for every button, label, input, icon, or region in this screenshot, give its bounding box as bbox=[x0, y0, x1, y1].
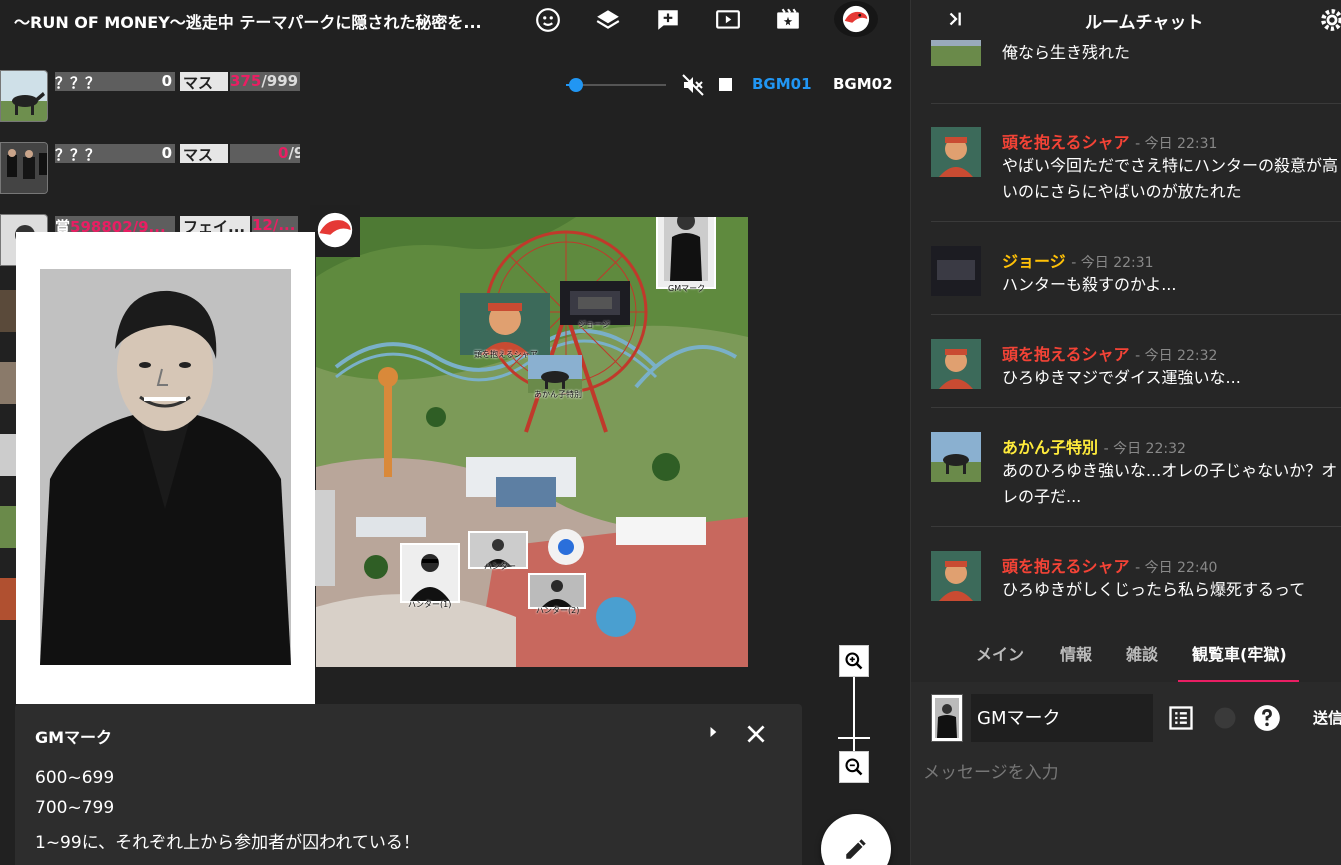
composer-character-avatar[interactable] bbox=[931, 694, 963, 742]
player-avatar-strip bbox=[0, 290, 16, 690]
tab-chatter[interactable]: 雑談 bbox=[1126, 641, 1158, 665]
message-sender: ジョージ - 今日 22:31 bbox=[1002, 252, 1154, 271]
piece-label: GMマーク bbox=[668, 284, 706, 293]
zoom-out-icon bbox=[845, 758, 863, 776]
video-icon[interactable] bbox=[712, 4, 744, 36]
message-text: ハンターも殺すのかよ... bbox=[1002, 275, 1177, 294]
stop-icon[interactable] bbox=[719, 78, 732, 91]
room-chat-panel: ルームチャット 俺なら生き残れた 頭を抱えるシャア - 今日 22:31 やばい… bbox=[910, 0, 1341, 865]
chat-composer: GMマーク 送信 メッセージを入力 bbox=[911, 682, 1341, 865]
tab-ferris-wheel-prison[interactable]: 観覧車(牢獄) bbox=[1192, 641, 1287, 665]
piece-label: ハンター(2) bbox=[536, 606, 580, 615]
message-text: やばい今回ただでさえ特にハンターの殺意が高いのにさらにやばいのが放たれた bbox=[1002, 156, 1339, 201]
tab-main[interactable]: メイン bbox=[976, 641, 1024, 665]
bgm02-button[interactable]: BGM02 bbox=[833, 75, 893, 93]
message-text: あのひろゆき強いな...オレの子じゃないか？オレの子だ... bbox=[1002, 461, 1338, 506]
app-logo-icon[interactable] bbox=[834, 1, 878, 37]
chat-message: あかん子特別 - 今日 22:32 あのひろゆき強いな...オレの子じゃないか？… bbox=[931, 408, 1341, 527]
message-avatar bbox=[931, 127, 981, 177]
message-text: ひろゆきマジでダイス運強いな... bbox=[1002, 368, 1241, 387]
face-icon[interactable] bbox=[532, 4, 564, 36]
play-icon[interactable] bbox=[703, 722, 723, 742]
player-mas: マス bbox=[180, 144, 228, 163]
composer-character-name[interactable]: GMマーク bbox=[971, 694, 1153, 742]
dialog-line: 600~699 bbox=[35, 768, 115, 788]
chat-title: ルームチャット bbox=[1085, 13, 1204, 33]
volume-mute-icon[interactable] bbox=[681, 73, 705, 97]
message-sender: 頭を抱えるシャア - 今日 22:40 bbox=[1002, 557, 1218, 576]
chat-message: ジョージ - 今日 22:31 ハンターも殺すのかよ... bbox=[931, 222, 1341, 315]
message-input[interactable]: メッセージを入力 bbox=[923, 758, 1059, 783]
player-avatar[interactable] bbox=[0, 142, 48, 194]
edit-fab-button[interactable] bbox=[821, 814, 891, 865]
chat-header: ルームチャット bbox=[911, 0, 1341, 40]
player-name: ？？？ 0 bbox=[55, 72, 175, 91]
chat-message: 頭を抱えるシャア - 今日 22:40 ひろゆきがしくじったら私ら爆死するって bbox=[931, 527, 1341, 622]
chat-message: 頭を抱えるシャア - 今日 22:31 やばい今回ただでさえ特にハンターの殺意が… bbox=[931, 104, 1341, 222]
help-icon[interactable] bbox=[1253, 704, 1281, 732]
tab-info[interactable]: 情報 bbox=[1060, 641, 1092, 665]
chat-message: 頭を抱えるシャア - 今日 22:32 ひろゆきマジでダイス運強いな... bbox=[931, 315, 1341, 408]
chat-message: 俺なら生き残れた bbox=[931, 40, 1341, 104]
zoom-out-button[interactable] bbox=[839, 751, 869, 783]
message-avatar bbox=[931, 246, 981, 296]
board-piece-logo[interactable] bbox=[310, 205, 360, 257]
bgm01-button[interactable]: BGM01 bbox=[752, 75, 812, 93]
piece-label: ハンター bbox=[484, 562, 516, 571]
message-text: ひろゆきがしくじったら私ら爆死するって bbox=[1002, 580, 1306, 599]
send-button[interactable]: 送信 bbox=[1313, 707, 1341, 728]
pencil-icon bbox=[846, 839, 866, 859]
close-icon[interactable] bbox=[743, 721, 769, 747]
character-photo bbox=[40, 269, 291, 665]
gear-icon[interactable] bbox=[1319, 7, 1341, 33]
palette-icon[interactable] bbox=[1211, 704, 1239, 732]
layers-icon[interactable] bbox=[592, 4, 624, 36]
message-avatar bbox=[931, 339, 981, 389]
board-piece[interactable] bbox=[460, 293, 550, 355]
volume-slider[interactable] bbox=[566, 78, 666, 92]
player-avatar[interactable] bbox=[0, 70, 48, 122]
board-piece[interactable] bbox=[528, 573, 586, 609]
message-text: 俺なら生き残れた bbox=[1002, 43, 1131, 62]
zoom-in-icon bbox=[845, 652, 863, 670]
map-board[interactable]: GMマーク 頭を抱えるシャア ジョージ あかん子特別 ハンター(1) ハンター … bbox=[316, 217, 748, 667]
player-mas: マス bbox=[180, 72, 228, 91]
dialog-speaker: GMマーク bbox=[35, 728, 113, 747]
board-piece[interactable] bbox=[528, 355, 582, 393]
message-sender: 頭を抱えるシャア - 今日 22:31 bbox=[1002, 133, 1218, 152]
board-piece[interactable] bbox=[656, 217, 716, 289]
dialog-line: 1~99に、それぞれ上から参加者が囚われている！ bbox=[35, 833, 420, 853]
room-title: 〜RUN OF MONEY〜逃走中 テーマパークに隠された秘密を... bbox=[14, 13, 482, 32]
message-sender: あかん子特別 - 今日 22:32 bbox=[1002, 438, 1186, 457]
piece-label: あかん子特別 bbox=[534, 390, 582, 399]
player-resource: 375/999 bbox=[230, 72, 300, 91]
effects-icon[interactable] bbox=[772, 4, 804, 36]
message-avatar bbox=[931, 40, 981, 66]
message-avatar bbox=[931, 432, 981, 482]
board-piece[interactable] bbox=[400, 543, 460, 603]
message-sender: 頭を抱えるシャア - 今日 22:32 bbox=[1002, 345, 1218, 364]
list-icon[interactable] bbox=[1167, 704, 1195, 732]
message-dialog: GMマーク 600~699 700~799 1~99に、それぞれ上から参加者が囚… bbox=[15, 704, 802, 865]
collapse-panel-icon[interactable] bbox=[945, 8, 967, 30]
dialog-line: 700~799 bbox=[35, 798, 115, 818]
chat-tabs: メイン 情報 雑談 観覧車(牢獄) bbox=[911, 622, 1341, 683]
volume-slider-knob[interactable] bbox=[569, 78, 583, 92]
message-avatar bbox=[931, 551, 981, 601]
piece-label: ハンター(1) bbox=[408, 600, 452, 609]
zoom-in-button[interactable] bbox=[839, 645, 869, 677]
character-standing-image[interactable] bbox=[16, 232, 315, 704]
add-comment-icon[interactable] bbox=[652, 4, 684, 36]
chat-message-list[interactable]: 俺なら生き残れた 頭を抱えるシャア - 今日 22:31 やばい今回ただでさえ特… bbox=[911, 40, 1341, 622]
player-name: ？？？ 0 bbox=[55, 144, 175, 163]
zoom-level-marker[interactable] bbox=[838, 737, 870, 739]
player-resource: 0/999 bbox=[230, 144, 300, 163]
top-bar: 〜RUN OF MONEY〜逃走中 テーマパークに隠された秘密を... bbox=[0, 0, 910, 40]
zoom-track[interactable] bbox=[853, 677, 855, 751]
board-piece[interactable] bbox=[315, 490, 335, 586]
piece-label: ジョージ bbox=[578, 320, 610, 329]
